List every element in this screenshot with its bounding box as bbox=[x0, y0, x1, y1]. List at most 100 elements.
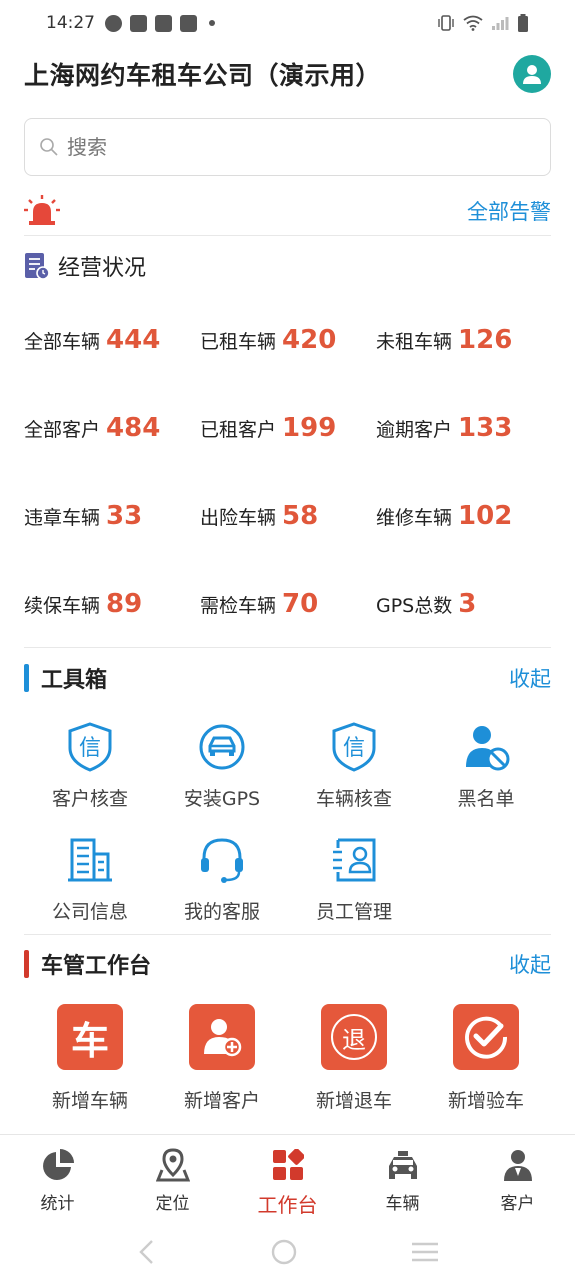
tool-vehicle-check[interactable]: 信 车辆核查 bbox=[288, 714, 420, 827]
menu-icon[interactable] bbox=[411, 1241, 439, 1263]
stat-item[interactable]: GPS总数 3 bbox=[376, 560, 551, 648]
add-vehicle-button[interactable]: 车 新增车辆 bbox=[24, 1004, 156, 1124]
vibrate-icon bbox=[438, 15, 454, 31]
add-return-button[interactable]: 退 新增退车 bbox=[288, 1004, 420, 1124]
tab-location[interactable]: 定位 bbox=[115, 1135, 230, 1224]
tool-label: 黑名单 bbox=[457, 788, 515, 810]
building-icon bbox=[65, 835, 115, 885]
stat-value: 3 bbox=[458, 589, 477, 619]
car-character-icon: 车 bbox=[57, 1004, 123, 1070]
avatar[interactable] bbox=[513, 55, 551, 93]
divider bbox=[24, 647, 551, 648]
tool-label: 公司信息 bbox=[51, 901, 128, 923]
stat-item[interactable]: 已租车辆 420 bbox=[200, 296, 376, 384]
search-box[interactable] bbox=[24, 118, 551, 176]
bottom-tab-bar: 统计 定位 工作台 车辆 客户 bbox=[0, 1134, 575, 1224]
stat-value: 102 bbox=[458, 501, 513, 531]
operations-header: 经营状况 bbox=[24, 246, 146, 286]
stat-item[interactable]: 全部客户 484 bbox=[24, 384, 200, 472]
battery-icon bbox=[518, 14, 528, 32]
app-header: 上海网约车租车公司（演示用） bbox=[24, 50, 551, 98]
tab-label: 统计 bbox=[40, 1194, 75, 1214]
workbench-header: 车管工作台 收起 bbox=[24, 944, 551, 984]
status-bar: 14:27 bbox=[0, 0, 575, 46]
user-avatar-icon bbox=[523, 65, 541, 84]
tool-company-info[interactable]: 公司信息 bbox=[24, 827, 156, 940]
home-icon[interactable] bbox=[270, 1238, 298, 1266]
stat-value: 89 bbox=[106, 589, 143, 619]
tool-label: 安装GPS bbox=[183, 788, 261, 810]
workbench-collapse-button[interactable]: 收起 bbox=[509, 949, 551, 979]
stat-item[interactable]: 违章车辆 33 bbox=[24, 472, 200, 560]
search-input[interactable] bbox=[67, 135, 507, 159]
back-icon[interactable] bbox=[137, 1239, 157, 1265]
alarm-siren-icon[interactable] bbox=[24, 194, 60, 227]
tab-label: 工作台 bbox=[257, 1193, 318, 1217]
toolbox-title: 工具箱 bbox=[41, 668, 108, 693]
stat-value: 33 bbox=[106, 501, 143, 531]
stat-label: 违章车辆 bbox=[24, 506, 101, 529]
stat-value: 444 bbox=[106, 325, 161, 355]
stat-value: 420 bbox=[282, 325, 337, 355]
workbench-grid: 车 新增车辆 新增客户 退 新增退车 新增验车 bbox=[24, 1004, 551, 1124]
shield-credit-icon: 信 bbox=[329, 722, 379, 772]
person-icon bbox=[500, 1147, 536, 1183]
tab-label: 车辆 bbox=[385, 1194, 420, 1214]
bag-notification-icon bbox=[130, 14, 147, 32]
tool-staff-management[interactable]: 员工管理 bbox=[288, 827, 420, 940]
tab-label: 客户 bbox=[500, 1194, 535, 1214]
system-icons bbox=[437, 14, 529, 32]
page-title: 上海网约车租车公司（演示用） bbox=[24, 61, 382, 90]
work-label: 新增车辆 bbox=[51, 1090, 128, 1112]
stat-item[interactable]: 全部车辆 444 bbox=[24, 296, 200, 384]
stat-value: 199 bbox=[282, 413, 337, 443]
stat-item[interactable]: 未租车辆 126 bbox=[376, 296, 551, 384]
tool-label: 客户核查 bbox=[51, 788, 128, 810]
stat-label: 续保车辆 bbox=[24, 594, 101, 617]
tab-workbench[interactable]: 工作台 bbox=[230, 1135, 345, 1224]
user-blocked-icon bbox=[461, 722, 511, 772]
stat-label: 全部客户 bbox=[24, 418, 101, 441]
dashboard-grid-icon bbox=[270, 1147, 306, 1183]
tool-customer-service[interactable]: 我的客服 bbox=[156, 827, 288, 940]
stat-value: 70 bbox=[282, 589, 319, 619]
stat-label: 维修车辆 bbox=[376, 506, 453, 529]
add-inspection-button[interactable]: 新增验车 bbox=[420, 1004, 552, 1124]
tab-label: 定位 bbox=[155, 1194, 190, 1214]
alarm-row: 全部告警 bbox=[24, 186, 551, 236]
toolbox-collapse-button[interactable]: 收起 bbox=[509, 663, 551, 693]
stat-item[interactable]: 出险车辆 58 bbox=[200, 472, 376, 560]
stat-item[interactable]: 需检车辆 70 bbox=[200, 560, 376, 648]
return-ring: 退 bbox=[331, 1014, 377, 1060]
tool-blacklist[interactable]: 黑名单 bbox=[420, 714, 552, 827]
stat-item[interactable]: 已租客户 199 bbox=[200, 384, 376, 472]
report-clock-icon bbox=[25, 253, 50, 280]
headset-icon bbox=[197, 835, 247, 885]
stat-value: 58 bbox=[282, 501, 319, 531]
stat-label: GPS总数 bbox=[376, 594, 453, 617]
stat-value: 484 bbox=[106, 413, 161, 443]
tool-install-gps[interactable]: 安装GPS bbox=[156, 714, 288, 827]
stat-label: 已租客户 bbox=[200, 418, 277, 441]
id-card-icon bbox=[329, 835, 379, 885]
stat-label: 未租车辆 bbox=[376, 330, 453, 353]
stat-item[interactable]: 维修车辆 102 bbox=[376, 472, 551, 560]
tab-vehicles[interactable]: 车辆 bbox=[345, 1135, 460, 1224]
add-customer-button[interactable]: 新增客户 bbox=[156, 1004, 288, 1124]
work-glyph: 车 bbox=[70, 1018, 109, 1063]
stat-label: 出险车辆 bbox=[200, 506, 277, 529]
tab-customers[interactable]: 客户 bbox=[460, 1135, 575, 1224]
stat-item[interactable]: 续保车辆 89 bbox=[24, 560, 200, 648]
return-circle-icon: 退 bbox=[321, 1004, 387, 1070]
workbench-title: 车管工作台 bbox=[41, 954, 152, 979]
work-glyph: 退 bbox=[342, 1025, 366, 1054]
work-label: 新增验车 bbox=[447, 1090, 524, 1112]
all-alarms-link[interactable]: 全部告警 bbox=[467, 196, 551, 226]
map-pin-icon bbox=[155, 1147, 191, 1183]
shield-credit-icon: 信 bbox=[65, 722, 115, 772]
tool-label: 车辆核查 bbox=[315, 788, 392, 810]
tool-customer-check[interactable]: 信 客户核查 bbox=[24, 714, 156, 827]
signal-icon bbox=[492, 17, 509, 30]
stat-item[interactable]: 逾期客户 133 bbox=[376, 384, 551, 472]
tab-statistics[interactable]: 统计 bbox=[0, 1135, 115, 1224]
